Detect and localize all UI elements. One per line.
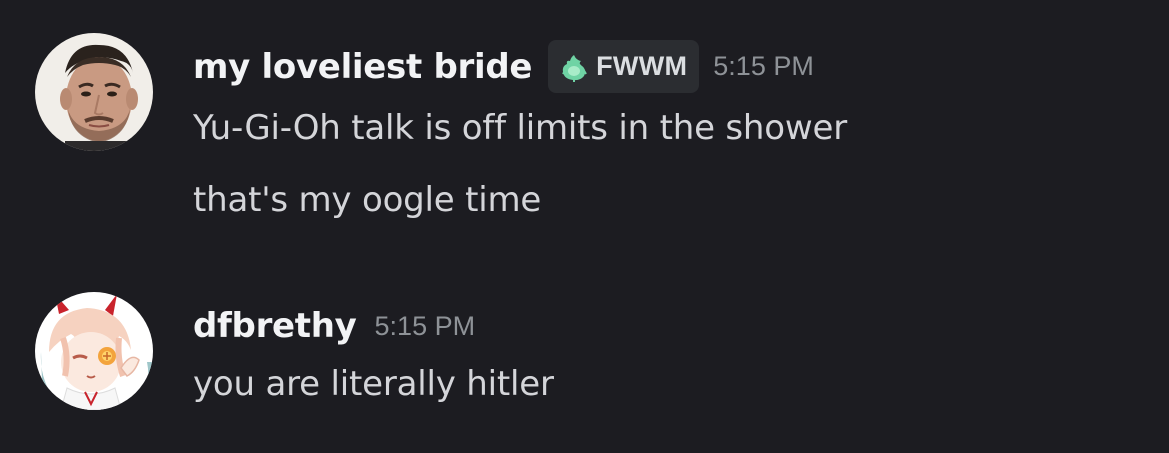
timestamp: 5:15 PM <box>374 310 476 341</box>
message-header: my loveliest bride FWWM 5:15 PM <box>193 40 814 93</box>
green-flame-icon <box>558 52 590 82</box>
guild-tag-label: FWWM <box>596 51 688 81</box>
message-text: that's my oogle time <box>193 180 542 220</box>
message-group-2: dfbrethy 5:15 PM you are literally hitle… <box>0 240 1169 453</box>
avatar[interactable] <box>35 292 153 410</box>
avatar[interactable] <box>35 33 153 151</box>
anime-character-avatar <box>35 292 153 410</box>
timestamp: 5:15 PM <box>713 51 814 81</box>
message-text: Yu-Gi-Oh talk is off limits in the showe… <box>193 108 847 148</box>
message-group-1: my loveliest bride FWWM 5:15 PM Yu-Gi-Oh… <box>0 0 1169 240</box>
message-header: dfbrethy 5:15 PM <box>193 302 475 350</box>
message-text: you are literally hitler <box>193 364 554 404</box>
username[interactable]: my loveliest bride <box>193 47 532 87</box>
guild-tag[interactable]: FWWM <box>548 40 700 93</box>
username[interactable]: dfbrethy <box>193 306 357 346</box>
user-photo-avatar <box>35 33 153 151</box>
